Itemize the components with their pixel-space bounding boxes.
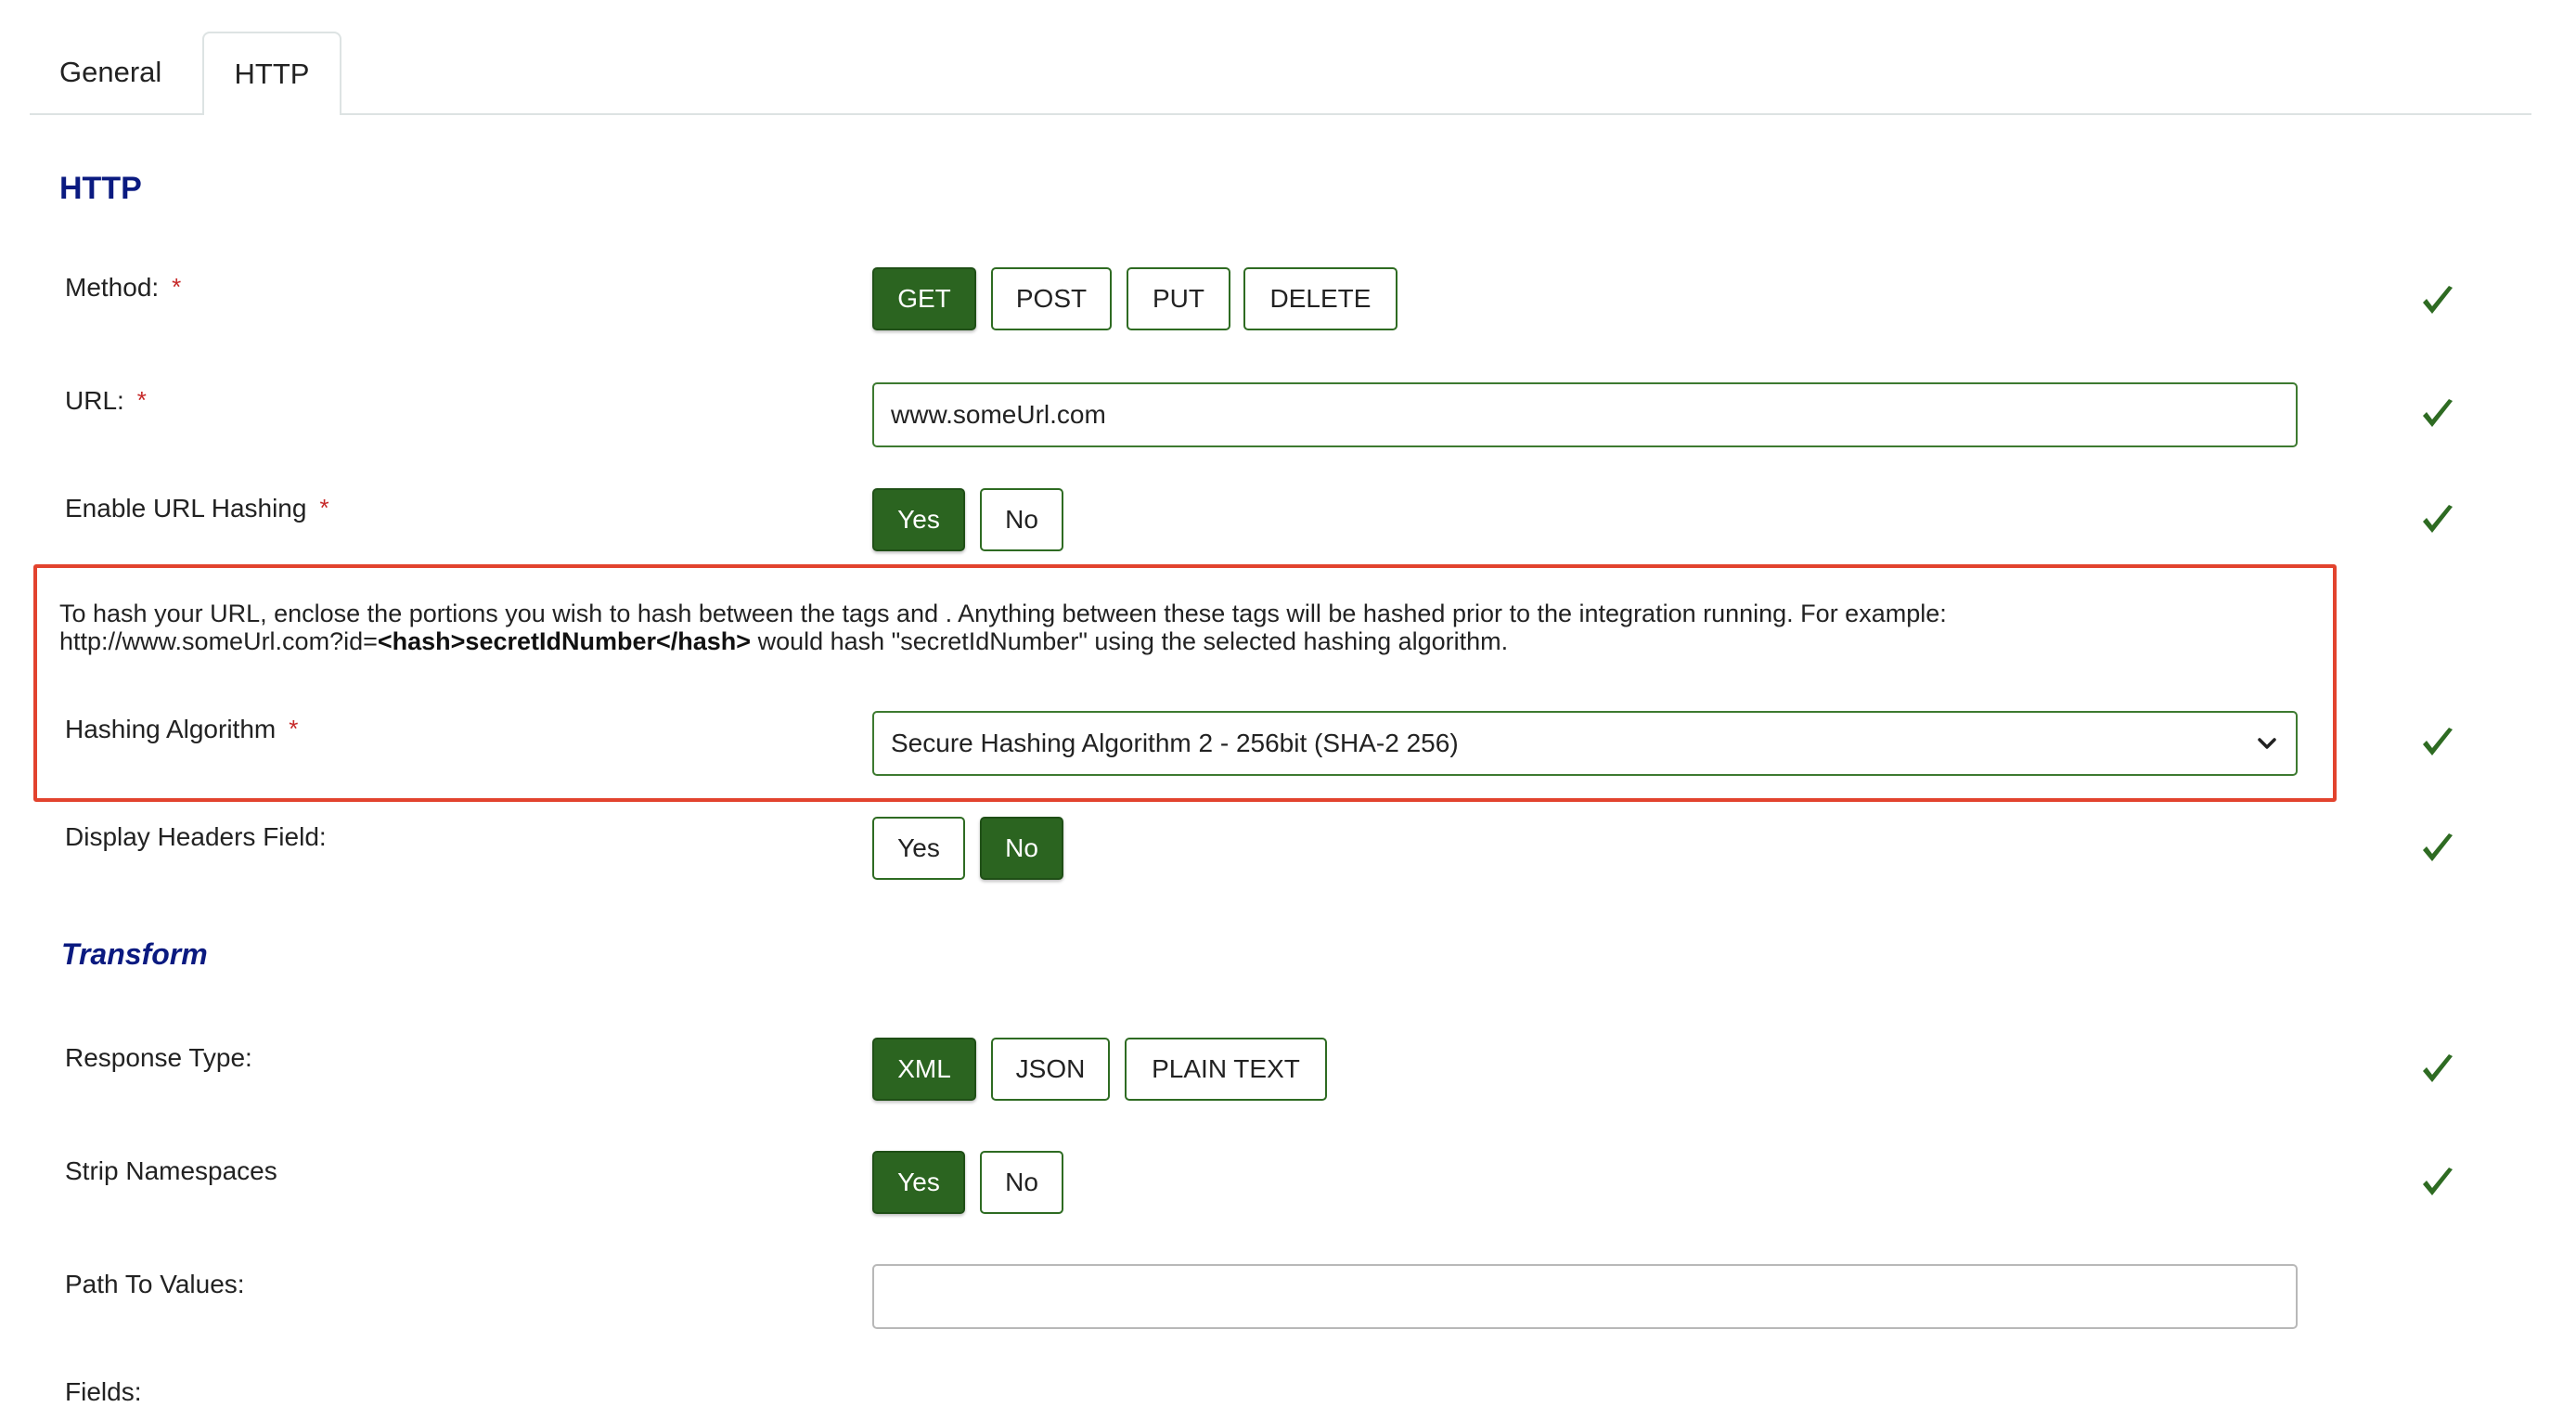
method-label: Method: *	[65, 273, 181, 303]
hash-example-prefix: http://www.someUrl.com?id=	[59, 627, 378, 655]
response-type-xml-button[interactable]: XML	[872, 1038, 976, 1101]
fields-label: Fields:	[65, 1377, 142, 1406]
hash-example-suffix: would hash "secretIdNumber" using the se…	[751, 627, 1509, 655]
display-headers-no-button[interactable]: No	[980, 817, 1063, 880]
hashing-algorithm-value: Secure Hashing Algorithm 2 - 256bit (SHA…	[891, 729, 1459, 757]
response-type-plain-text-button[interactable]: PLAIN TEXT	[1125, 1038, 1327, 1101]
hashing-algorithm-label-text: Hashing Algorithm	[65, 715, 277, 743]
hashing-algorithm-select[interactable]: Secure Hashing Algorithm 2 - 256bit (SHA…	[872, 711, 2298, 776]
check-icon	[2423, 728, 2453, 755]
section-heading-transform: Transform	[61, 937, 208, 971]
check-icon	[2423, 1054, 2453, 1082]
path-to-values-label: Path To Values:	[65, 1270, 245, 1298]
display-headers-yes-button[interactable]: Yes	[872, 817, 965, 880]
hash-info-text: To hash your URL, enclose the portions y…	[59, 600, 2305, 655]
check-icon	[2423, 286, 2453, 314]
display-headers-label: Display Headers Field:	[65, 822, 327, 851]
check-icon	[2423, 505, 2453, 533]
enable-url-hashing-label: Enable URL Hashing *	[65, 494, 329, 523]
method-post-button[interactable]: POST	[991, 267, 1112, 330]
section-heading-http: HTTP	[59, 171, 142, 206]
strip-namespaces-yes-button[interactable]: Yes	[872, 1151, 965, 1214]
chevron-down-icon	[2258, 738, 2276, 749]
hash-info-example: http://www.someUrl.com?id=<hash>secretId…	[59, 627, 2305, 655]
path-to-values-input[interactable]	[872, 1264, 2298, 1329]
url-hashing-yes-button[interactable]: Yes	[872, 488, 965, 551]
method-label-text: Method:	[65, 273, 160, 302]
method-delete-button[interactable]: DELETE	[1243, 267, 1397, 330]
response-type-label: Response Type:	[65, 1043, 252, 1072]
check-icon	[2423, 399, 2453, 427]
check-icon	[2423, 833, 2453, 861]
url-label-text: URL:	[65, 386, 124, 415]
strip-namespaces-label: Strip Namespaces	[65, 1156, 277, 1185]
url-label: URL: *	[65, 386, 147, 416]
required-marker: *	[136, 386, 147, 414]
required-marker: *	[289, 715, 299, 742]
tab-bar-divider	[30, 113, 2531, 115]
url-hashing-no-button[interactable]: No	[980, 488, 1063, 551]
check-icon	[2423, 1168, 2453, 1195]
tab-general[interactable]: General	[59, 32, 161, 113]
required-marker: *	[319, 494, 329, 522]
method-get-button[interactable]: GET	[872, 267, 976, 330]
required-marker: *	[172, 273, 182, 301]
enable-url-hashing-label-text: Enable URL Hashing	[65, 494, 307, 523]
response-type-json-button[interactable]: JSON	[991, 1038, 1110, 1101]
hash-example-tag: <hash>secretIdNumber</hash>	[377, 627, 752, 655]
hash-info-line: To hash your URL, enclose the portions y…	[59, 600, 1947, 627]
strip-namespaces-no-button[interactable]: No	[980, 1151, 1063, 1214]
hashing-algorithm-label: Hashing Algorithm *	[65, 715, 298, 744]
tab-http[interactable]: HTTP	[202, 32, 341, 115]
url-input[interactable]	[872, 382, 2298, 447]
method-put-button[interactable]: PUT	[1127, 267, 1230, 330]
